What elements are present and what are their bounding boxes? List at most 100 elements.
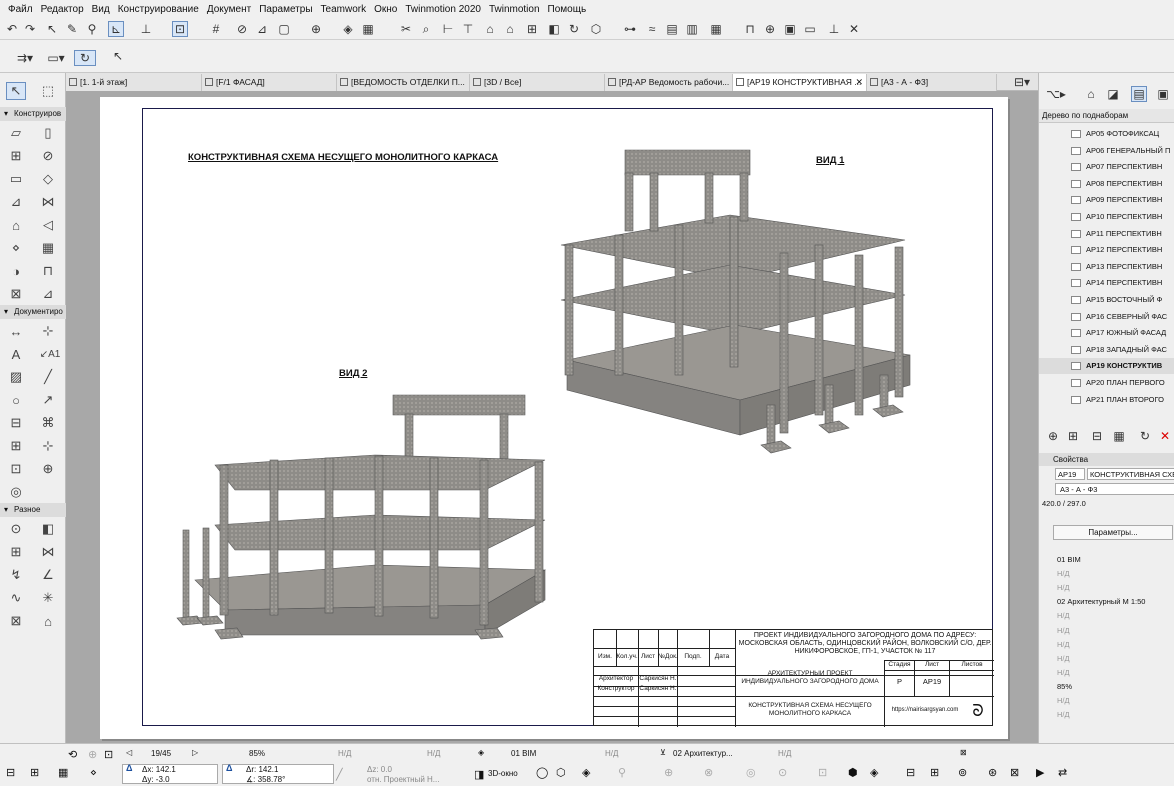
relative-reference[interactable]: отн. Проектный Н...	[367, 775, 439, 784]
cutaway-icon[interactable]: ⬡	[556, 766, 566, 779]
fill-tool-icon[interactable]: ▨	[6, 368, 26, 386]
redo-icon[interactable]: ↷	[22, 21, 38, 37]
navigate-icon[interactable]: ⊕	[664, 766, 673, 779]
toolbox-section-document[interactable]: Документиро	[0, 305, 66, 319]
section-tool-icon[interactable]: ⊕	[38, 460, 58, 478]
close-icon[interactable]: ✕	[855, 74, 863, 91]
wall-end-tool-icon[interactable]: ◧	[38, 520, 58, 538]
circle-tool-icon[interactable]: ○	[6, 391, 26, 409]
suspend-groups-icon[interactable]: ↻	[74, 50, 96, 66]
eyedropper-icon[interactable]: ✎	[64, 21, 80, 37]
next-page-icon[interactable]: ▷	[192, 748, 198, 757]
skylight-tool-icon[interactable]: ⋈	[38, 543, 58, 561]
menu-item-1[interactable]: Редактор	[37, 0, 88, 19]
figure-tool-icon[interactable]: ⊞	[6, 437, 26, 455]
pen-icon[interactable]: ▦	[360, 21, 376, 37]
property-row[interactable]: 02 Архитектурный М 1:50	[1043, 595, 1169, 608]
explore-icon[interactable]: ◎	[746, 766, 756, 779]
pan-icon[interactable]: ⊙	[778, 766, 787, 779]
navigator-item[interactable]: АР18 ЗАПАДНЫЙ ФАС	[1039, 342, 1174, 358]
curve-tool-icon[interactable]: ∿	[6, 589, 26, 607]
column-tool-icon[interactable]: ▯	[38, 124, 58, 142]
navigator-item[interactable]: АР16 СЕВЕРНЫЙ ФАС	[1039, 309, 1174, 325]
box-3d-icon[interactable]: ⬡	[588, 21, 604, 37]
hotspot-tool-icon[interactable]: ⌘	[38, 414, 58, 432]
update-icon[interactable]: ↻	[1137, 428, 1153, 444]
property-row[interactable]: Н/Д	[1043, 694, 1169, 707]
camera-tool-icon[interactable]: ⌂	[38, 612, 58, 630]
properties-header[interactable]: Свойства	[1039, 453, 1174, 466]
tab-menu-icon[interactable]: ⊟▾	[1010, 74, 1034, 90]
arrow-select-icon[interactable]: ↖	[44, 21, 60, 37]
new-master-icon[interactable]: ⊟	[1089, 428, 1105, 444]
navigator-menu-icon[interactable]: ⌥▸	[1045, 86, 1067, 102]
tab-master-layout[interactable]: [А3 - А - Ф3]	[867, 74, 997, 91]
property-row[interactable]: Н/Д	[1043, 666, 1169, 679]
surface-icon[interactable]: ◧	[546, 21, 562, 37]
navigator-item[interactable]: АР08 ПЕРСПЕКТИВН	[1039, 176, 1174, 192]
cut-icon[interactable]: ✂	[398, 21, 414, 37]
fit-window-icon[interactable]: ⊡	[104, 748, 113, 761]
publish-icon[interactable]: ⊠	[1010, 766, 1019, 779]
menu-item-0[interactable]: Файл	[4, 0, 37, 19]
menu-item-4[interactable]: Документ	[203, 0, 255, 19]
elevation-icon[interactable]: ⊢	[440, 21, 456, 37]
video-icon[interactable]: ▶	[1036, 766, 1044, 779]
elevation-tool-icon[interactable]: ∠	[38, 566, 58, 584]
shell-tool-icon[interactable]: ⌂	[6, 216, 26, 234]
stair-tool-icon[interactable]: ⊿	[6, 193, 26, 211]
property-row[interactable]: 01 BIM	[1043, 553, 1169, 566]
grid-tool-icon[interactable]: ⊙	[6, 520, 26, 538]
menu-item-2[interactable]: Вид	[88, 0, 114, 19]
3d-frame-view-2[interactable]	[175, 390, 555, 650]
settings-button[interactable]: Параметры...	[1053, 525, 1173, 540]
graphic-override-icon[interactable]: ⊞	[30, 766, 39, 779]
cube-icon[interactable]: ◈	[870, 766, 878, 779]
property-row[interactable]: Н/Д	[1043, 638, 1169, 651]
zoom-value[interactable]: 85%	[249, 749, 265, 758]
text-tool-icon[interactable]: A	[6, 345, 26, 363]
panel-icon[interactable]: ▭	[802, 21, 818, 37]
property-row[interactable]: Н/Д	[1043, 624, 1169, 637]
renovation-icon[interactable]: ⊠	[960, 748, 967, 757]
mesh-3d-icon[interactable]: ⬢	[848, 766, 858, 779]
markup-icon[interactable]: ⊟	[906, 766, 915, 779]
person-icon[interactable]: ⚲	[618, 766, 626, 779]
property-row[interactable]: Н/Д	[1043, 581, 1169, 594]
navigator-item[interactable]: АР14 ПЕРСПЕКТИВН	[1039, 275, 1174, 291]
project-map-icon[interactable]: ⌂	[1083, 86, 1099, 102]
object-tool-icon[interactable]: ⊓	[38, 262, 58, 280]
house-icon[interactable]: ⌂	[502, 21, 518, 37]
interior-elevation-icon[interactable]: ↯	[6, 566, 26, 584]
morph-tool-icon[interactable]: ◁	[38, 216, 58, 234]
view-map-icon[interactable]: ◪	[1105, 86, 1121, 102]
camera-icon[interactable]: ⊚	[958, 766, 967, 779]
orbit-icon[interactable]: ⊗	[704, 766, 713, 779]
grid-icon[interactable]: #	[208, 21, 224, 37]
snap-icon[interactable]: ⊥	[138, 21, 154, 37]
navigator-item[interactable]: АР07 ПЕРСПЕКТИВН	[1039, 159, 1174, 175]
wall-tool-icon[interactable]: ▱	[6, 124, 26, 142]
tab-finishing-schedule[interactable]: [ВЕДОМОСТЬ ОТДЕЛКИ П...	[337, 74, 470, 91]
magic-wand-icon[interactable]: ⊘	[234, 21, 250, 37]
tab-facade[interactable]: [F/1 ФАСАД]	[202, 74, 337, 91]
navigator-item[interactable]: АР09 ПЕРСПЕКТИВН	[1039, 192, 1174, 208]
toolbox-section-more[interactable]: Разное	[0, 503, 66, 517]
3d-frame-view-1[interactable]	[555, 145, 935, 465]
navigator-item[interactable]: АР06 ГЕНЕРАЛЬНЫЙ П	[1039, 143, 1174, 159]
roof-tool-icon[interactable]: ◇	[38, 170, 58, 188]
drawing-tool-icon[interactable]: ⊹	[38, 437, 58, 455]
pen-set-icon[interactable]: ⋄	[90, 766, 97, 779]
corner-window-icon[interactable]: ⊞	[6, 543, 26, 561]
status-nd-3[interactable]: Н/Д	[605, 749, 618, 758]
menu-item-8[interactable]: Twinmotion 2020	[401, 0, 485, 19]
tab-floor-1[interactable]: [1. 1-й этаж]	[66, 74, 202, 91]
roof-icon[interactable]: ⌂	[482, 21, 498, 37]
delete-icon[interactable]: ✕	[1157, 428, 1173, 444]
new-layout-icon[interactable]: ⊕	[1045, 428, 1061, 444]
model-view-combo[interactable]: 02 Архитектур...	[673, 749, 733, 758]
undo-icon[interactable]: ↶	[4, 21, 20, 37]
toolbox-section-design[interactable]: Конструиров	[0, 107, 66, 121]
layer-combo[interactable]: 01 BIM	[511, 749, 536, 758]
mesh-tool-icon[interactable]: ⋄	[6, 239, 26, 257]
